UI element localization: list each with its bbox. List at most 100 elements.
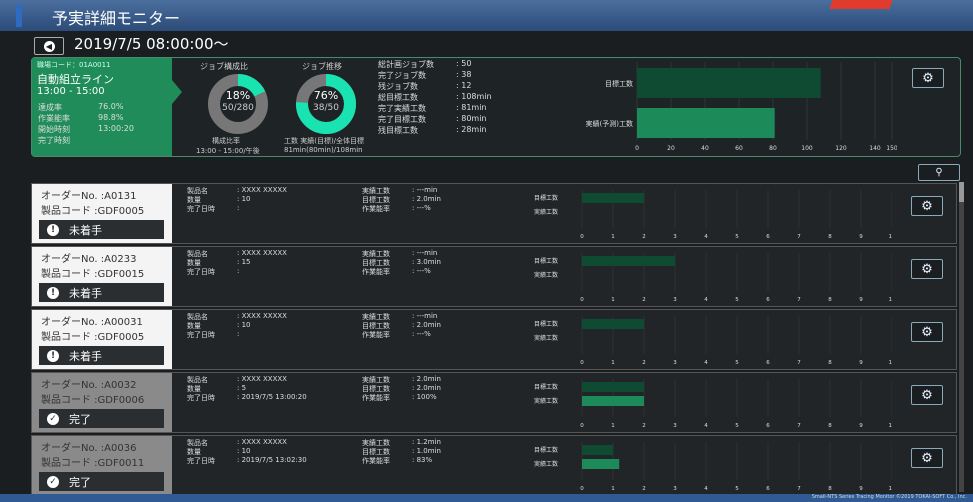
tick-label: 7 (797, 423, 801, 429)
tick-label: 4 (704, 297, 708, 303)
detail-value: : 1.2min (412, 438, 441, 446)
order-header: オーダーNo. :A0233 製品コード :GDF0015! 未着手 (32, 247, 172, 306)
tick-label: 60 (735, 145, 743, 152)
composition-caption1: 構成比率 (212, 137, 240, 145)
composition-percent: 18% (225, 89, 251, 102)
detail-value: : 15 (237, 258, 251, 266)
status-text: 完了 (69, 412, 91, 426)
order-settings-button[interactable]: ⚙ (911, 448, 943, 468)
target-bar (582, 256, 675, 266)
detail-value: : 3.0min (412, 258, 441, 266)
tick-label: 9 (859, 486, 863, 492)
alert-icon: ! (47, 286, 59, 299)
search-button[interactable]: ⚲ (918, 164, 960, 181)
order-number: オーダーNo. :A0032 (41, 380, 137, 391)
tick-label: 6 (766, 486, 770, 492)
progress-caption1: 工数 実績(目標)/全体目標 (284, 137, 365, 145)
scrollbar-thumb[interactable] (959, 182, 964, 202)
tick-label: 6 (766, 234, 770, 240)
gear-icon: ⚙ (921, 450, 933, 466)
tick-label: 3 (673, 297, 677, 303)
order-settings-button[interactable]: ⚙ (911, 385, 943, 405)
composition-title: ジョブ構成比 (200, 62, 248, 71)
detail-value: : 100% (412, 393, 437, 401)
tick-label: 9 (859, 234, 863, 240)
line-summary-panel: 職場コード：01A0011 自動組立ライン 13:00 - 15:00 達成率 7… (31, 57, 961, 157)
detail-value: : (237, 204, 240, 212)
tick-label: 10 (889, 297, 893, 303)
progress-percent: 76% (313, 89, 339, 102)
tick-label: 10 (889, 234, 893, 240)
product-code: 製品コード :GDF0005 (41, 332, 145, 343)
bar-label: 実績工数 (534, 271, 558, 279)
bar-label: 実績工数 (534, 460, 558, 468)
tick-label: 1 (611, 486, 615, 492)
tick-label: 7 (797, 360, 801, 366)
bar-label: 目標工数 (534, 320, 558, 328)
detail-label: 作業能率 (362, 268, 390, 276)
summary-bar-chart: 0 20 40 60 80 100 120 140 150 目標工数実績(予測)工数 (586, 62, 897, 152)
line-stat-value: 98.8% (98, 113, 124, 122)
bar-label: 実績工数 (534, 334, 558, 342)
check-icon: ✓ (47, 412, 59, 425)
tick-label: 2 (642, 486, 646, 492)
alert-icon: ! (47, 349, 59, 362)
order-card[interactable]: オーダーNo. :A00031 製品コード :GDF0005! 未着手 製品名: XX… (31, 309, 957, 370)
detail-label: 完了日時 (187, 394, 215, 402)
tick-label: 7 (797, 234, 801, 240)
target-bar (582, 445, 613, 455)
line-stat-value: 13:00:20 (98, 124, 134, 133)
detail-label: 作業能率 (362, 457, 390, 465)
actual-bar (582, 459, 620, 469)
detail-value: : 2.0min (412, 375, 441, 383)
gear-icon: ⚙ (922, 70, 934, 86)
line-stat-label: 達成率 (38, 103, 62, 112)
back-button[interactable]: ◀ (34, 37, 64, 55)
order-card[interactable]: オーダーNo. :A0032 製品コード :GDF0006 ✓ 完了 製品名: XXXX… (31, 372, 957, 433)
title-bar: 予実詳細モニター (0, 0, 973, 31)
tick-label: 120 (835, 145, 847, 152)
tick-label: 8 (828, 486, 832, 492)
detail-label: 作業能率 (362, 394, 390, 402)
order-card[interactable]: オーダーNo. :A0131 製品コード :GDF0005! 未着手 製品名: XXX… (31, 183, 957, 244)
detail-label: 完了日時 (187, 205, 215, 213)
line-stat-label: 開始時刻 (38, 125, 70, 134)
status-badge: ! 未着手 (39, 283, 164, 302)
bar-label: 目標工数 (605, 79, 633, 88)
bar (637, 68, 821, 98)
search-icon: ⚲ (935, 167, 943, 178)
order-settings-button[interactable]: ⚙ (911, 322, 943, 342)
detail-label: 完了日時 (187, 457, 215, 465)
bar-label: 実績(予測)工数 (586, 119, 633, 128)
tick-label: 150 (886, 145, 897, 152)
detail-value: : XXXX XXXXX (237, 186, 287, 194)
tick-label: 5 (735, 423, 739, 429)
order-settings-button[interactable]: ⚙ (911, 259, 943, 279)
detail-label: 完了日時 (187, 331, 215, 339)
order-card[interactable]: オーダーNo. :A0233 製品コード :GDF0015! 未着手 製品名: XXX… (31, 246, 957, 307)
line-stat-label: 完了時刻 (38, 136, 70, 145)
tick-label: 3 (673, 486, 677, 492)
job-stat-value: : 12 (456, 81, 472, 90)
line-hours: 13:00 - 15:00 (37, 86, 105, 97)
summary-settings-button[interactable]: ⚙ (912, 68, 944, 88)
order-bar-chart: 0 1 2 3 4 5 6 7 8 9 10 目標工数実績工数 (534, 190, 893, 240)
job-stat-label: 総計画ジョブ数 (378, 60, 434, 69)
order-list-scrollbar[interactable] (959, 182, 964, 492)
detail-value: : XXXX XXXXX (237, 438, 287, 446)
target-bar (582, 319, 644, 329)
bar-label: 目標工数 (534, 383, 558, 391)
status-text: 未着手 (69, 223, 102, 237)
job-stat-value: : 80min (456, 114, 487, 123)
order-bar-chart: 0 1 2 3 4 5 6 7 8 9 10 目標工数実績工数 (534, 442, 893, 492)
tick-label: 6 (766, 360, 770, 366)
order-number: オーダーNo. :A0131 (41, 191, 137, 202)
order-settings-button[interactable]: ⚙ (911, 196, 943, 216)
back-arrow-icon: ◀ (43, 40, 55, 52)
detail-value: : ---min (412, 312, 438, 320)
order-card[interactable]: オーダーNo. :A0036 製品コード :GDF0011 ✓ 完了 製品名: XXXX… (31, 435, 957, 496)
tick-label: 7 (797, 486, 801, 492)
tick-label: 10 (889, 486, 893, 492)
tick-label: 2 (642, 423, 646, 429)
product-code: 製品コード :GDF0006 (41, 395, 145, 406)
